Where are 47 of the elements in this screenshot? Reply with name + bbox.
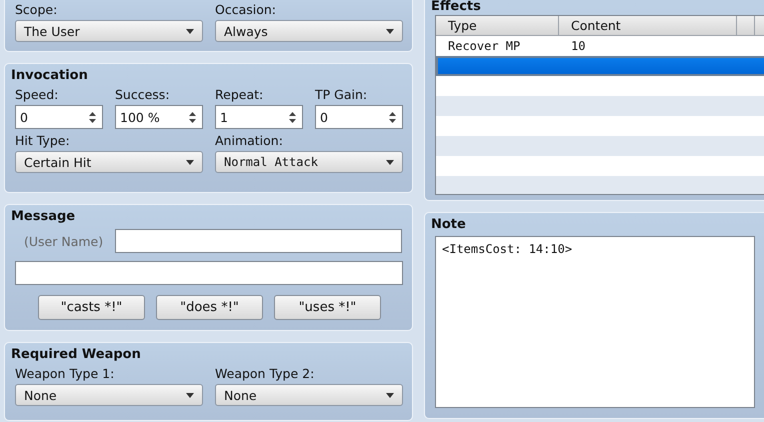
field-label: Scope:	[15, 2, 58, 18]
field-label: Hit Type:	[15, 133, 71, 149]
field-label: Weapon Type 2:	[215, 366, 316, 382]
input-field[interactable]	[15, 261, 403, 285]
insert-button[interactable]: "uses *!"	[274, 295, 381, 320]
table-cell-text: 10	[570, 39, 586, 53]
column-header[interactable]: Content	[559, 16, 737, 35]
spinner-arrows-icon	[389, 110, 396, 124]
spinner-arrows-icon	[189, 110, 196, 124]
caret-icon	[186, 28, 194, 34]
field-label: Repeat:	[215, 87, 264, 103]
dropdown[interactable]: Certain Hit	[15, 151, 203, 173]
dropdown[interactable]: The User	[15, 20, 203, 42]
caret-icon	[386, 28, 394, 34]
column-header[interactable]: Type	[436, 16, 559, 35]
dropdown[interactable]: None	[15, 384, 203, 406]
panel-title: Message	[11, 209, 76, 225]
spinner-arrows-icon	[89, 110, 96, 124]
field-label: Speed:	[15, 87, 60, 103]
dropdown[interactable]: Normal Attack	[215, 151, 403, 173]
caret-icon	[386, 160, 394, 164]
caret-icon	[186, 160, 194, 164]
table-cell-text: Recover MP	[447, 39, 522, 53]
spin-field[interactable]: 1	[215, 105, 303, 129]
panel-title: Invocation	[11, 68, 89, 84]
user-name-label: (User Name)	[23, 234, 104, 248]
field-label: Success:	[115, 87, 171, 103]
caret-icon	[186, 392, 194, 398]
field-label: Animation:	[215, 133, 284, 149]
caret-icon	[386, 392, 394, 398]
panel-title: Note	[431, 217, 467, 233]
field-label: Occasion:	[215, 2, 278, 18]
note-field[interactable]: <ItemsCost: 14:10>	[435, 236, 755, 408]
dropdown[interactable]: Always	[215, 20, 403, 42]
table-row[interactable]: Recover MP 10	[436, 36, 764, 56]
dropdown[interactable]: None	[215, 384, 403, 406]
spin-field[interactable]: 0	[15, 105, 103, 129]
input-field[interactable]	[114, 229, 402, 253]
panel-title: Effects	[431, 0, 482, 13]
panel-title: Required Weapon	[11, 347, 142, 363]
insert-button[interactable]: "casts *!"	[38, 295, 145, 320]
spin-field[interactable]: 100 %	[115, 105, 203, 129]
insert-button[interactable]: "does *!"	[156, 295, 263, 320]
spinner-arrows-icon	[289, 110, 296, 124]
spin-field[interactable]: 0	[315, 105, 403, 129]
field-label: TP Gain:	[315, 87, 368, 103]
field-label: Weapon Type 1:	[15, 366, 116, 382]
